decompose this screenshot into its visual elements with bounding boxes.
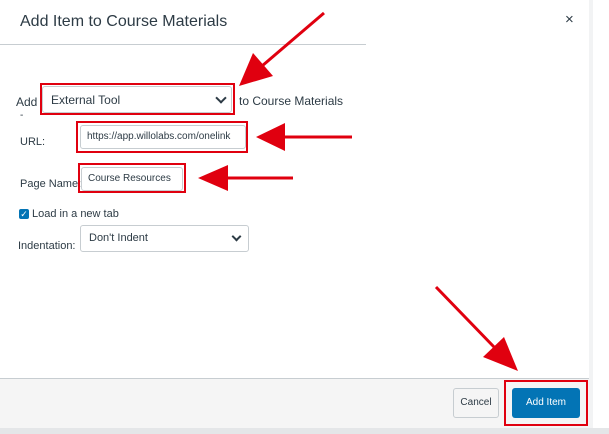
red-arrow xyxy=(261,11,325,68)
red-arrow-head xyxy=(198,165,228,191)
annotation-arrows xyxy=(198,11,518,371)
red-arrow-head xyxy=(256,123,285,151)
red-arrow xyxy=(434,285,497,350)
red-arrow-head xyxy=(239,53,273,86)
